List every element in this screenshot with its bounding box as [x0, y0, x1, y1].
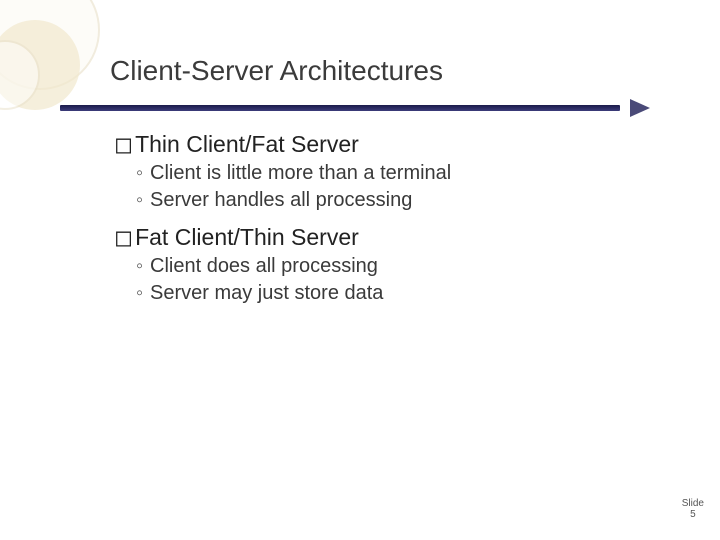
section1-heading-text: Thin Client/Fat Server	[135, 131, 359, 157]
list-item: ◦Client does all processing	[136, 253, 680, 280]
section2-list: ◦Client does all processing ◦Server may …	[136, 253, 680, 307]
section1-list: ◦Client is little more than a terminal ◦…	[136, 160, 680, 214]
list-item-text: Client is little more than a terminal	[150, 162, 451, 184]
sub-bullet-icon: ◦	[136, 253, 150, 280]
list-item: ◦Client is little more than a terminal	[136, 160, 680, 187]
footer-slide-number: 5	[682, 509, 704, 520]
list-item: ◦Server handles all processing	[136, 187, 680, 214]
footer-label: Slide	[682, 498, 704, 509]
slide-title: Client-Server Architectures	[110, 55, 680, 87]
slide-body: Client-Server Architectures ◻Thin Client…	[0, 0, 720, 540]
list-item-text: Client does all processing	[150, 255, 378, 277]
content-area: ◻Thin Client/Fat Server ◦Client is littl…	[110, 131, 680, 307]
sub-bullet-icon: ◦	[136, 280, 150, 307]
bullet-box-icon: ◻	[114, 224, 133, 251]
section2-heading-text: Fat Client/Thin Server	[135, 224, 359, 250]
section2-heading: ◻Fat Client/Thin Server	[114, 224, 680, 251]
bullet-box-icon: ◻	[114, 131, 133, 158]
title-divider-arrow	[60, 103, 650, 113]
list-item: ◦Server may just store data	[136, 280, 680, 307]
section1-heading: ◻Thin Client/Fat Server	[114, 131, 680, 158]
list-item-text: Server may just store data	[150, 282, 383, 304]
list-item-text: Server handles all processing	[150, 189, 412, 211]
sub-bullet-icon: ◦	[136, 187, 150, 214]
slide-footer: Slide 5	[682, 498, 704, 520]
sub-bullet-icon: ◦	[136, 160, 150, 187]
